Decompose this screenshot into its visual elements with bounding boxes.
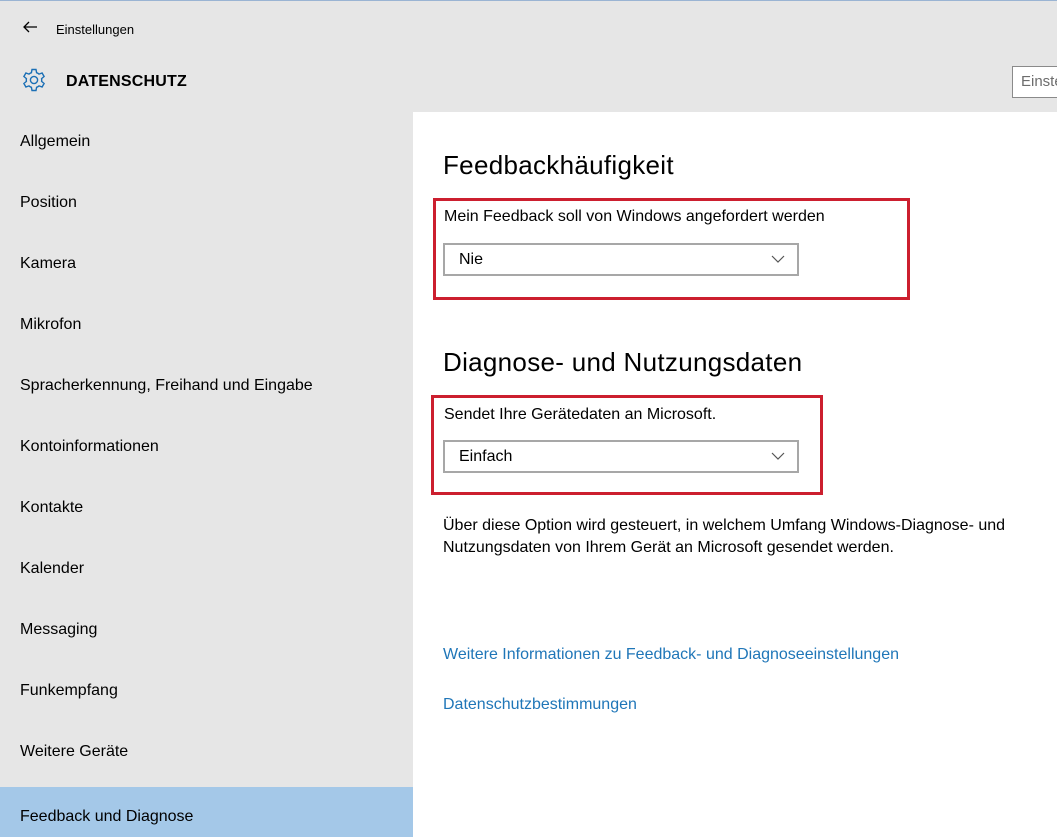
sidebar-item-kalender[interactable]: Kalender — [0, 539, 413, 591]
sidebar-item-label: Weitere Geräte — [20, 743, 129, 760]
sidebar-item-messaging[interactable]: Messaging — [0, 600, 413, 652]
sidebar-item-position[interactable]: Position — [0, 173, 413, 225]
window-title: Einstellungen — [56, 22, 135, 37]
diagnostics-description: Über diese Option wird gesteuert, in wel… — [443, 517, 1006, 556]
feedback-frequency-dropdown[interactable]: Nie — [443, 243, 799, 276]
gear-icon — [23, 68, 45, 92]
sidebar-item-label: Kontakte — [20, 499, 84, 516]
chevron-down-icon — [771, 255, 785, 263]
sidebar-item-label: Kamera — [20, 255, 77, 272]
chevron-down-icon — [771, 452, 785, 460]
feedback-heading: Feedbackhäufigkeit — [443, 150, 674, 180]
sidebar-item-kontoinformationen[interactable]: Kontoinformationen — [0, 417, 413, 469]
sidebar-item-label: Position — [20, 194, 77, 211]
sidebar-item-label: Spracherkennung, Freihand und Eingabe — [20, 377, 313, 394]
diagnostics-label: Sendet Ihre Gerätedaten an Microsoft. — [444, 406, 717, 423]
sidebar-item-mikrofon[interactable]: Mikrofon — [0, 295, 413, 347]
sidebar-item-kamera[interactable]: Kamera — [0, 234, 413, 286]
sidebar-item-kontakte[interactable]: Kontakte — [0, 478, 413, 530]
diagnostics-level-dropdown[interactable]: Einfach — [443, 440, 799, 473]
sidebar-item-label: Funkempfang — [20, 682, 118, 699]
feedback-frequency-label: Mein Feedback soll von Windows angeforde… — [444, 208, 825, 225]
window-titlebar: Einstellungen — [0, 0, 1057, 56]
arrow-left-icon[interactable] — [22, 19, 38, 35]
dropdown-value: Einfach — [459, 448, 513, 465]
more-info-link[interactable]: Weitere Informationen zu Feedback- und D… — [443, 646, 899, 664]
page-header: DATENSCHUTZ Einstellung suchen — [0, 56, 1057, 112]
sidebar: Allgemein Position Kamera Mikrofon Sprac… — [0, 112, 413, 837]
sidebar-item-label: Feedback und Diagnose — [20, 808, 194, 825]
sidebar-item-funkempfang[interactable]: Funkempfang — [0, 661, 413, 713]
sidebar-item-allgemein[interactable]: Allgemein — [0, 112, 413, 164]
search-input[interactable]: Einstellung suchen — [1012, 66, 1057, 98]
sidebar-item-weitere-geraete[interactable]: Weitere Geräte — [0, 722, 413, 774]
dropdown-value: Nie — [459, 251, 484, 268]
sidebar-item-label: Allgemein — [20, 133, 91, 150]
page-title: DATENSCHUTZ — [66, 73, 188, 90]
sidebar-item-spracherkennung[interactable]: Spracherkennung, Freihand und Eingabe — [0, 356, 413, 408]
sidebar-item-label: Messaging — [20, 621, 98, 638]
sidebar-item-feedback-und-diagnose[interactable]: Feedback und Diagnose — [0, 787, 413, 837]
settings-content: Feedbackhäufigkeit Mein Feedback soll vo… — [413, 112, 1057, 837]
privacy-statement-link[interactable]: Datenschutzbestimmungen — [443, 696, 637, 714]
sidebar-item-label: Kalender — [20, 560, 85, 577]
sidebar-item-label: Kontoinformationen — [20, 438, 159, 455]
sidebar-item-label: Mikrofon — [20, 316, 82, 333]
diagnostics-heading: Diagnose- und Nutzungsdaten — [443, 347, 803, 377]
